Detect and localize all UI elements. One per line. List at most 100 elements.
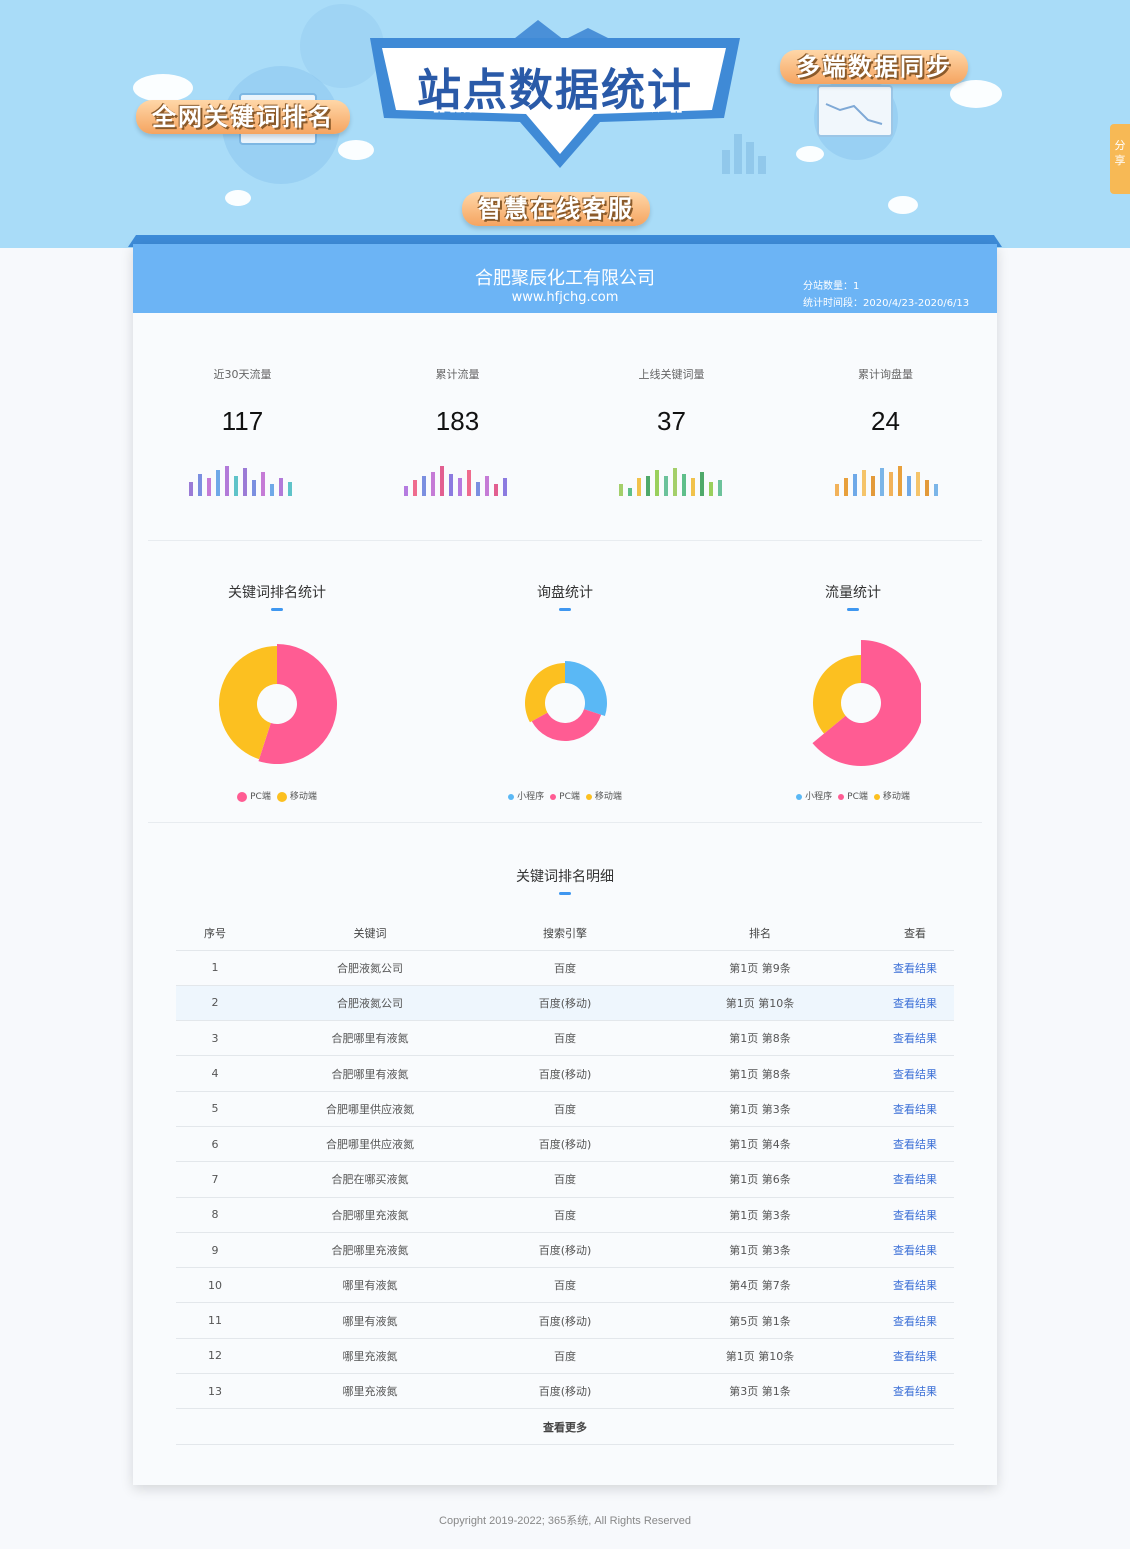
mini-bar — [422, 476, 426, 496]
mini-bar — [628, 488, 632, 496]
engine-cell: 百度 — [486, 1020, 644, 1057]
cloud-decor — [133, 74, 193, 102]
legend-label: PC端 — [559, 792, 580, 802]
view-more-button[interactable]: 查看更多 — [176, 1408, 954, 1445]
engine-cell: 百度 — [486, 950, 644, 986]
chart-legend: 小程序 PC端 移动端 — [421, 789, 709, 802]
table-row: 3 合肥哪里有液氮 百度 第1页 第8条 查看结果 — [176, 1020, 954, 1057]
table-row: 13 哪里充液氮 百度(移动) 第3页 第1条 查看结果 — [176, 1373, 954, 1410]
view-result-link[interactable]: 查看结果 — [893, 1103, 937, 1116]
keyword-cell: 合肥哪里充液氮 — [254, 1232, 486, 1269]
chart-legend: PC端 移动端 — [133, 789, 421, 802]
stat-total-inquiries: 累计询盘量 24 — [778, 366, 993, 437]
mini-bar — [261, 472, 265, 496]
rank-cell: 第1页 第3条 — [644, 1197, 876, 1233]
mini-bar — [503, 478, 507, 496]
legend-dot — [838, 793, 845, 800]
mini-bar — [189, 482, 193, 496]
legend-dot — [873, 793, 880, 800]
engine-cell: 百度(移动) — [486, 1232, 644, 1269]
mini-bar-chart-icon — [619, 468, 722, 496]
banner-title: 站点数据统计 — [417, 65, 693, 116]
rank-cell: 第1页 第3条 — [644, 1232, 876, 1269]
title-underline — [271, 608, 283, 611]
view-result-link[interactable]: 查看结果 — [893, 997, 937, 1010]
view-result-link[interactable]: 查看结果 — [893, 1279, 937, 1292]
legend-dot — [276, 791, 287, 802]
rank-cell: 第1页 第3条 — [644, 1091, 876, 1127]
mini-bar — [404, 486, 408, 496]
table-row: 9 合肥哪里充液氮 百度(移动) 第1页 第3条 查看结果 — [176, 1232, 954, 1269]
view-result-link[interactable]: 查看结果 — [893, 1385, 937, 1398]
mini-bar-chart-icon — [189, 466, 292, 496]
chart-board-icon-right — [817, 85, 893, 137]
mini-bar — [844, 478, 848, 496]
mini-bar — [207, 478, 211, 496]
keyword-rank-table: 序号 关键词 搜索引擎 排名 查看 1 合肥液氮公司 百度 第1页 第9条 查看结果 2 合… — [176, 917, 954, 1445]
mini-bar — [655, 470, 659, 496]
col-header: 关键词 — [254, 917, 486, 951]
engine-cell: 百度 — [486, 1338, 644, 1375]
row-index: 12 — [176, 1338, 254, 1375]
cloud-decor — [888, 196, 918, 214]
stat-value: 183 — [435, 406, 480, 436]
mini-bar — [907, 476, 911, 496]
mini-bar — [485, 476, 489, 496]
view-result-link[interactable]: 查看结果 — [893, 1138, 937, 1151]
row-index: 13 — [176, 1373, 254, 1410]
rank-cell: 第5页 第1条 — [644, 1302, 876, 1339]
legend-item: 小程序 — [796, 789, 832, 802]
row-index: 2 — [176, 985, 254, 1022]
view-result-link[interactable]: 查看结果 — [893, 1173, 937, 1186]
chart-legend: 小程序 PC端 移动端 — [709, 789, 997, 802]
rank-cell: 第3页 第1条 — [644, 1373, 876, 1410]
inquiry-chart-title: 询盘统计 — [421, 582, 709, 611]
mini-bar — [413, 480, 417, 496]
share-tab[interactable]: 分享 — [1110, 124, 1130, 194]
legend-dot — [550, 793, 557, 800]
rank-cell: 第1页 第9条 — [644, 950, 876, 986]
card-header: 合肥聚辰化工有限公司 www.hfjchg.com 分站数量：1 统计时间段：2… — [133, 244, 997, 313]
mini-bar — [916, 472, 920, 496]
stat-online-keywords: 上线关键词量 37 — [564, 366, 779, 437]
section-title: 关键词排名明细 — [516, 869, 614, 885]
more-row: 查看更多 — [176, 1408, 954, 1445]
row-index: 4 — [176, 1055, 254, 1092]
engine-cell: 百度(移动) — [486, 1126, 644, 1163]
rank-cell: 第1页 第8条 — [644, 1055, 876, 1092]
mini-bar — [431, 472, 435, 496]
legend-item: 移动端 — [585, 789, 622, 802]
table-row: 2 合肥液氮公司 百度(移动) 第1页 第10条 查看结果 — [176, 985, 954, 1022]
keyword-cell: 哪里充液氮 — [254, 1338, 486, 1375]
col-header: 搜索引擎 — [486, 917, 644, 951]
keyword-cell: 合肥在哪买液氮 — [254, 1161, 486, 1198]
mini-bar — [467, 470, 471, 496]
pie-slice — [525, 663, 565, 723]
mini-bar — [709, 482, 713, 496]
keyword-cell: 合肥哪里有液氮 — [254, 1055, 486, 1092]
view-result-link[interactable]: 查看结果 — [893, 1244, 937, 1257]
mini-bar-chart-icon — [835, 466, 938, 496]
keyword-cell: 合肥哪里充液氮 — [254, 1197, 486, 1233]
engine-cell: 百度 — [486, 1197, 644, 1233]
mini-bar — [889, 472, 893, 496]
inquiry-donut-chart — [525, 661, 607, 741]
mini-bar — [476, 482, 480, 496]
view-result-link[interactable]: 查看结果 — [893, 1068, 937, 1081]
table-row: 12 哪里充液氮 百度 第1页 第10条 查看结果 — [176, 1338, 954, 1375]
rank-cell: 第1页 第10条 — [644, 985, 876, 1022]
mini-bar — [835, 484, 839, 496]
keyword-detail-title: 关键词排名明细 — [133, 866, 997, 895]
view-result-link[interactable]: 查看结果 — [893, 1315, 937, 1328]
view-result-link[interactable]: 查看结果 — [893, 1350, 937, 1363]
mini-bar — [880, 468, 884, 496]
legend-label: PC端 — [847, 792, 868, 802]
legend-item: 移动端 — [873, 789, 910, 802]
title-underline — [559, 892, 571, 895]
mini-bar — [682, 474, 686, 496]
view-result-link[interactable]: 查看结果 — [893, 1032, 937, 1045]
view-result-link[interactable]: 查看结果 — [893, 962, 937, 975]
engine-cell: 百度 — [486, 1091, 644, 1127]
view-result-link[interactable]: 查看结果 — [893, 1209, 937, 1222]
legend-item: 小程序 — [508, 789, 544, 802]
